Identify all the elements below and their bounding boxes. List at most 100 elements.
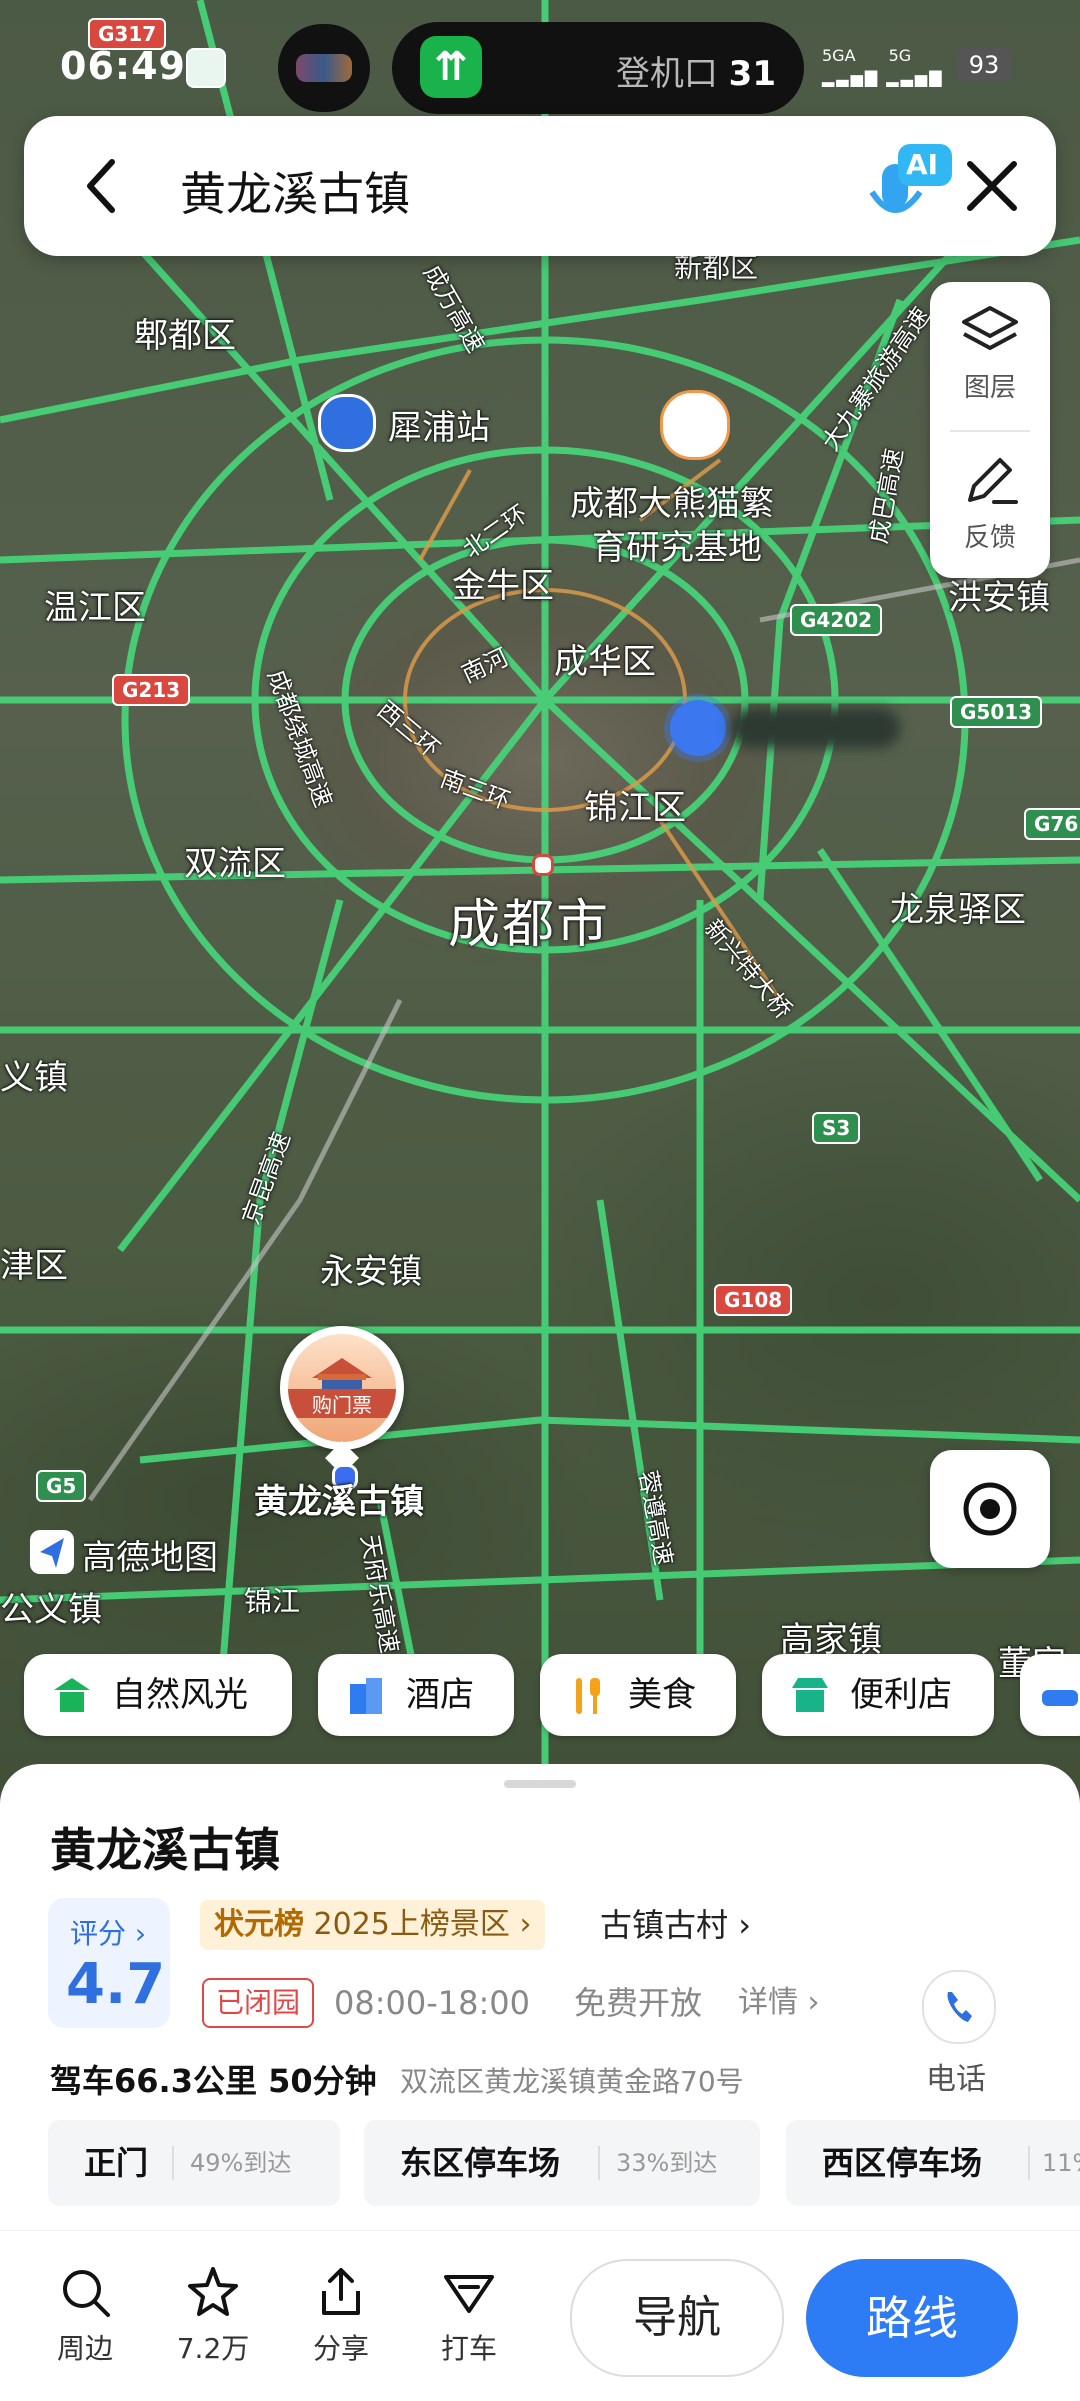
award-badge[interactable]: 状元榜 2025上榜景区 › xyxy=(200,1900,546,1950)
label-city: 成都市 xyxy=(448,895,611,955)
feedback-button[interactable]: 反馈 xyxy=(930,432,1050,572)
admission-info: 免费开放 xyxy=(574,1984,703,2022)
label-jinqu: 津区 xyxy=(0,1246,68,1286)
search-icon xyxy=(63,2270,110,2317)
entrance-name: 正门 xyxy=(84,2144,149,2182)
label-chenghua: 成华区 xyxy=(554,642,656,682)
score-value: 4.7 xyxy=(66,1952,166,2017)
entrance-item[interactable]: 正门 49%到达 xyxy=(48,2120,340,2206)
road-shield-g108: G108 xyxy=(714,1284,793,1316)
poi-pin[interactable]: 购门票 xyxy=(280,1326,404,1450)
navigate-button[interactable]: 导航 xyxy=(570,2259,784,2377)
chevron-right-icon: › xyxy=(807,1985,820,2020)
favorite-button[interactable]: 7.2万 xyxy=(168,2265,258,2367)
flight-live-activity[interactable]: ⇈ 登机口 31 xyxy=(392,22,804,114)
taxi-icon xyxy=(444,2275,494,2313)
entrance-list: 正门 49%到达 东区停车场 33%到达 西区停车场 11% xyxy=(0,2120,1080,2210)
chevron-right-icon: › xyxy=(738,1906,751,1944)
ticket-label: 购门票 xyxy=(288,1389,396,1418)
chevron-right-icon: › xyxy=(519,1907,532,1942)
flight-app-icon: ⇈ xyxy=(420,36,482,98)
media-island[interactable] xyxy=(278,24,370,112)
share-label: 分享 xyxy=(312,2332,369,2365)
drive-info: 驾车66.3公里 50分钟 xyxy=(50,2062,377,2100)
chip-store[interactable]: 便利店 xyxy=(762,1654,994,1736)
share-icon xyxy=(322,2268,360,2315)
brand-text: 高德地图 xyxy=(82,1538,218,1578)
phone-label: 电话 xyxy=(926,2062,986,2097)
gate-number: 31 xyxy=(728,54,776,94)
chip-food[interactable]: 美食 xyxy=(540,1654,736,1736)
map-tools-panel: 图层 反馈 xyxy=(930,282,1050,578)
signal-label-2: 5G xyxy=(888,46,912,65)
category-chips: 自然风光 酒店 美食 便利店 xyxy=(0,1654,1080,1744)
entrance-pct: 49%到达 xyxy=(190,2149,292,2177)
layers-icon xyxy=(962,306,1018,350)
redacted-label xyxy=(730,708,900,748)
road-shield-g5013: G5013 xyxy=(950,696,1043,728)
search-bar[interactable]: 黄龙溪古镇 AI xyxy=(24,116,1056,256)
locate-target-icon xyxy=(963,1482,1017,1536)
phone-icon xyxy=(947,1992,972,2022)
signal-indicator: 5GA 5G ▂▃▅▇ ▂▃▅▇ xyxy=(822,48,944,86)
label-longquanyi: 龙泉驿区 xyxy=(890,890,1026,930)
share-button[interactable]: 分享 xyxy=(296,2265,386,2367)
current-location-icon xyxy=(670,700,726,756)
hotel-icon xyxy=(350,1678,382,1714)
detail-link[interactable]: 详情 › xyxy=(738,1978,820,2028)
poi-detail-sheet[interactable]: 黄龙溪古镇 评分 › 4.7 状元榜 2025上榜景区 › 古镇古村 › 已闭园… xyxy=(0,1764,1080,2234)
poi-pin-name[interactable]: 黄龙溪古镇 xyxy=(254,1474,424,1523)
score-label: 评分 › xyxy=(70,1917,147,1950)
category-link[interactable]: 古镇古村 › xyxy=(600,1900,751,1950)
label-jinniu: 金牛区 xyxy=(452,566,554,606)
entrance-item[interactable]: 西区停车场 11% xyxy=(786,2120,1080,2206)
entrance-item[interactable]: 东区停车场 33%到达 xyxy=(364,2120,760,2206)
favorite-count: 7.2万 xyxy=(176,2332,250,2365)
search-query[interactable]: 黄龙溪古镇 xyxy=(180,158,410,224)
gate-info: 登机口 31 xyxy=(616,46,776,95)
city-center-marker-icon xyxy=(532,854,554,876)
label-pidu: 郫都区 xyxy=(134,316,236,356)
chip-more[interactable] xyxy=(1020,1654,1080,1736)
status-badge: 已闭园 xyxy=(202,1978,315,2028)
road-shield-s3: S3 xyxy=(812,1112,861,1144)
scenery-icon xyxy=(54,1678,90,1712)
entrance-pct: 11% xyxy=(1042,2149,1080,2177)
locate-button[interactable] xyxy=(930,1450,1050,1568)
chip-label: 美食 xyxy=(628,1675,696,1715)
app-notification-icon xyxy=(186,48,226,88)
microphone-icon xyxy=(869,144,952,213)
score-box[interactable]: 评分 › 4.7 xyxy=(48,1898,170,2028)
ai-voice-button[interactable]: AI xyxy=(850,136,960,236)
layers-button[interactable]: 图层 xyxy=(930,282,1050,422)
taxi-button[interactable]: 打车 xyxy=(424,2265,514,2367)
chip-label: 酒店 xyxy=(406,1675,474,1715)
star-icon xyxy=(188,2267,238,2316)
route-button[interactable]: 路线 xyxy=(806,2259,1018,2377)
label-xipu-station: 犀浦站 xyxy=(388,408,490,448)
back-arrow-icon[interactable] xyxy=(68,148,138,224)
store-icon xyxy=(792,1678,828,1712)
road-shield-g213: G213 xyxy=(112,674,191,706)
car-icon xyxy=(1042,1690,1078,1706)
label-yizhen: 义镇 xyxy=(0,1058,68,1098)
food-icon xyxy=(576,1678,600,1714)
gate-label: 登机口 xyxy=(615,54,718,94)
close-icon[interactable] xyxy=(952,146,1032,226)
chip-scenery[interactable]: 自然风光 xyxy=(24,1654,292,1736)
phone-button[interactable] xyxy=(922,1970,996,2044)
chip-hotel[interactable]: 酒店 xyxy=(318,1654,514,1736)
status-bar: 06:49 ⇈ 登机口 31 5GA 5G ▂▃▅▇ ▂▃▅▇ 93 xyxy=(0,0,1080,114)
feedback-label: 反馈 xyxy=(963,523,1016,553)
pavilion-icon: 购门票 xyxy=(288,1334,396,1442)
nearby-label: 周边 xyxy=(56,2332,113,2365)
chip-label: 便利店 xyxy=(850,1675,952,1715)
entrance-name: 东区停车场 xyxy=(400,2144,561,2182)
drag-handle[interactable] xyxy=(504,1780,576,1788)
signal-label-1: 5GA xyxy=(822,46,856,65)
battery-indicator: 93 xyxy=(956,48,1012,82)
nearby-button[interactable]: 周边 xyxy=(40,2265,130,2367)
label-panda-base-2: 育研究基地 xyxy=(592,528,762,568)
layers-label: 图层 xyxy=(963,373,1016,403)
signal-bars-icon: ▂▃▅▇ ▂▃▅▇ xyxy=(822,68,944,87)
